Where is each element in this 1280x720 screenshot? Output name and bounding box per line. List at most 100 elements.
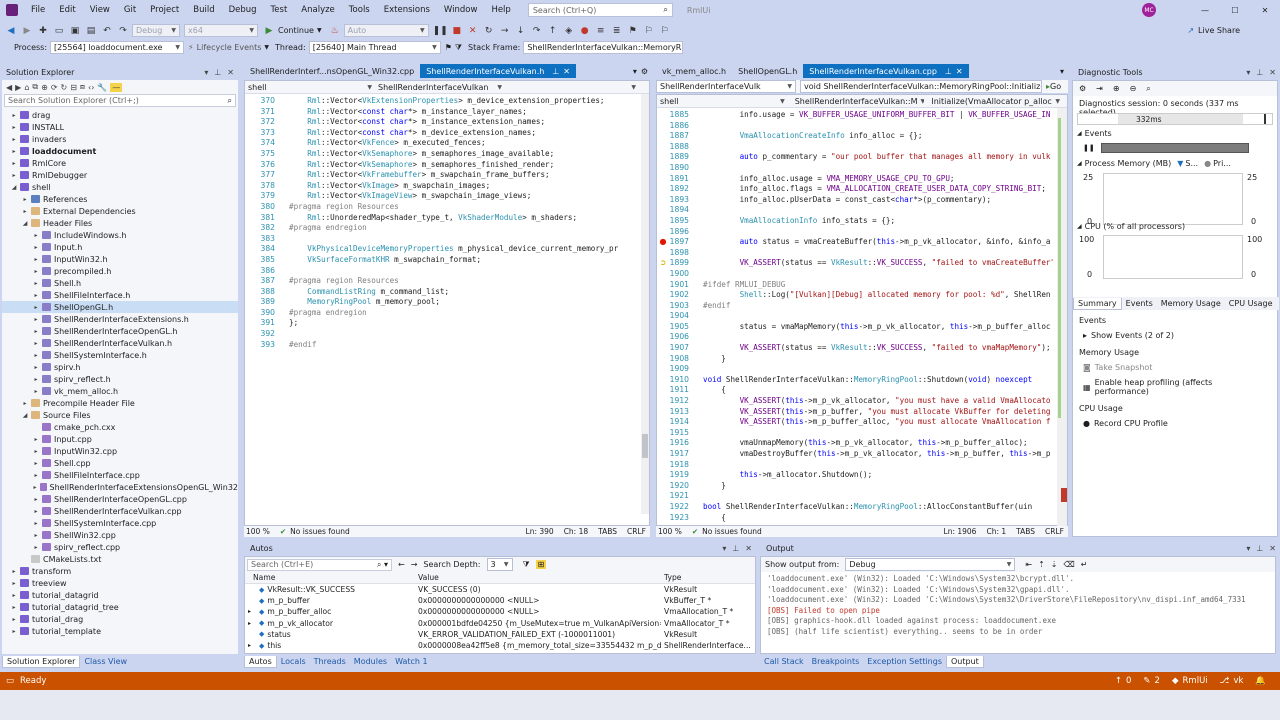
tree-item[interactable]: ▸ ShellRenderInterfaceOpenGL.h [2, 325, 238, 337]
glyph-cell[interactable] [657, 375, 669, 386]
back-icon[interactable]: ← [398, 560, 405, 569]
code-line[interactable]: Rml::Vector<VkFence> m_executed_fences; [289, 138, 624, 149]
code-line[interactable]: status = vmaMapMemory(this->m_p_vk_alloc… [703, 322, 1053, 333]
tree-item[interactable]: ▸ INSTALL [2, 121, 238, 133]
code-line[interactable] [289, 234, 624, 245]
tab-call-stack[interactable]: Call Stack [760, 656, 808, 668]
tree-item[interactable]: ▸ transform [2, 565, 238, 577]
code-line[interactable] [703, 311, 1053, 322]
code-line[interactable] [703, 269, 1053, 280]
sync-icon[interactable]: ⟳ [51, 83, 58, 92]
tree-item[interactable]: ◢ shell [2, 181, 238, 193]
glyph-cell[interactable] [657, 438, 669, 449]
expand-arrow-icon[interactable]: ▸ [21, 400, 29, 407]
show-next-statement-icon[interactable]: → [498, 24, 512, 38]
glyph-cell[interactable] [657, 502, 669, 513]
bookmark-prev-icon[interactable]: ⚐ [642, 24, 656, 38]
glyph-cell[interactable] [657, 332, 669, 343]
tree-item[interactable]: ▸ spirv.h [2, 361, 238, 373]
tree-item[interactable]: ▸ ShellSystemInterface.cpp [2, 517, 238, 529]
close-icon[interactable]: ✕ [956, 67, 963, 76]
bookmark-icon[interactable]: ⚑ [626, 24, 640, 38]
code-line[interactable] [703, 121, 1053, 132]
code-line[interactable]: #pragma endregion [289, 223, 624, 234]
code-line[interactable]: auto p_commentary = "our pool buffer tha… [703, 152, 1053, 163]
current-statement-icon[interactable]: ➲ [657, 258, 669, 269]
right-nav-project[interactable]: shell ▼ [657, 95, 788, 108]
tree-item[interactable]: ▸ Input.h [2, 241, 238, 253]
code-line[interactable] [289, 266, 624, 277]
expand-arrow-icon[interactable]: ▸ [32, 460, 40, 467]
right-code[interactable]: info.usage = VK_BUFFER_USAGE_UNIFORM_BUF… [703, 108, 1053, 523]
tree-item[interactable]: ▸ tutorial_datagrid_tree [2, 601, 238, 613]
code-line[interactable] [703, 491, 1053, 502]
expand-arrow-icon[interactable]: ▸ [32, 256, 40, 263]
close-icon[interactable]: ✕ [227, 68, 234, 77]
refresh-icon[interactable]: ↻ [61, 83, 68, 92]
clear-all-icon[interactable]: ⌫ [1063, 560, 1074, 569]
reset-zoom-icon[interactable]: ⌕ [1146, 84, 1150, 94]
tree-item[interactable]: ▸ RmlDebugger [2, 169, 238, 181]
save-all-icon[interactable]: ▤ [84, 24, 98, 38]
expand-arrow-icon[interactable]: ◢ [10, 184, 18, 191]
right-issues[interactable]: No issues found [702, 527, 762, 536]
forward-icon[interactable]: → [411, 560, 418, 569]
code-line[interactable]: auto status = vmaCreateBuffer(this->m_p_… [703, 237, 1053, 248]
left-tabs-mode[interactable]: TABS [598, 527, 617, 536]
glyph-cell[interactable] [657, 205, 669, 216]
code-line[interactable]: VK_ASSERT(status == VkResult::VK_SUCCESS… [703, 258, 1053, 269]
close-icon[interactable]: ✕ [563, 67, 570, 76]
collapse-arrow-icon[interactable]: ◢ [1077, 160, 1082, 167]
glyph-cell[interactable] [657, 491, 669, 502]
chevron-down-icon[interactable]: ▼ [317, 27, 322, 34]
status-repo[interactable]: RmlUi [1183, 676, 1208, 686]
autos-row[interactable]: ◆ m_p_buffer 0x0000000000000000 <NULL> VkBu… [245, 595, 755, 606]
status-branch[interactable]: vk [1233, 676, 1243, 686]
tab-solution-explorer[interactable]: Solution Explorer [2, 655, 81, 668]
status-pencil-count[interactable]: 2 [1155, 676, 1160, 686]
bookmark-next-icon[interactable]: ⚐ [658, 24, 672, 38]
code-line[interactable]: vmaDestroyBuffer(this->m_p_vk_allocator,… [703, 449, 1053, 460]
glyph-cell[interactable] [657, 163, 669, 174]
tree-item[interactable]: ▸ ShellWin32.cpp [2, 529, 238, 541]
code-line[interactable]: #pragma region Resources [289, 276, 624, 287]
pause-icon[interactable]: ❚❚ [433, 24, 448, 38]
menu-item-analyze[interactable]: Analyze [301, 5, 335, 15]
pin-icon[interactable]: ⊥ [214, 68, 221, 77]
code-line[interactable]: Rml::Vector<VkExtensionProperties> m_dev… [289, 96, 624, 107]
expand-arrow-icon[interactable]: ▸ [10, 580, 18, 587]
maximize-icon[interactable]: ☐ [1220, 6, 1250, 15]
left-eol[interactable]: CRLF [627, 527, 646, 536]
tab-vk-mem-alloc[interactable]: vk_mem_alloc.h [656, 64, 732, 78]
heap-profiling-button[interactable]: ▦ Enable heap profiling (affects performa… [1073, 375, 1279, 399]
output-source-select[interactable]: Debug ▼ [845, 558, 1016, 571]
diag-timeline[interactable]: 332ms [1077, 113, 1273, 125]
expand-arrow-icon[interactable]: ▸ [32, 388, 40, 395]
pin-icon[interactable]: ⊥ [552, 67, 559, 76]
expand-arrow-icon[interactable]: ▸ [10, 592, 18, 599]
lifecycle-events-button[interactable]: Lifecycle Events [197, 43, 262, 52]
expand-arrow-icon[interactable]: ▸ [32, 520, 40, 527]
tree-item[interactable]: ▸ ShellRenderInterfaceExtensions.h [2, 313, 238, 325]
right-eol[interactable]: CRLF [1045, 527, 1064, 536]
menu-item-edit[interactable]: Edit [59, 5, 75, 15]
flag-icon[interactable]: ⚑ [445, 43, 452, 52]
collapse-all-icon[interactable]: ⊟ [70, 83, 77, 92]
expand-arrow-icon[interactable]: ▸ [10, 112, 18, 119]
expand-arrow-icon[interactable]: ▸ [32, 484, 38, 491]
expand-arrow-icon[interactable]: ◢ [21, 220, 29, 227]
glyph-cell[interactable] [657, 364, 669, 375]
tree-item[interactable]: ▸ Precompile Header File [2, 397, 238, 409]
prev-message-icon[interactable]: ⇡ [1038, 560, 1045, 569]
menu-item-file[interactable]: File [31, 5, 45, 15]
pin-icon[interactable]: ⊥ [732, 544, 739, 553]
pin-icon[interactable]: ⊥ [1256, 68, 1263, 77]
expand-arrow-icon[interactable]: ▸ [32, 436, 40, 443]
expand-arrow-icon[interactable]: ▸ [32, 316, 40, 323]
process-select[interactable]: [25564] loaddocument.exe ▼ [50, 41, 185, 54]
expand-arrow-icon[interactable]: ◢ [21, 412, 29, 419]
tree-item[interactable]: ▸ spirv_reflect.h [2, 373, 238, 385]
settings-icon[interactable]: ⚙ [641, 67, 648, 76]
right-scrollbar[interactable] [1057, 108, 1067, 526]
tab-vulkan-header[interactable]: ShellRenderInterfaceVulkan.h ⊥ ✕ [420, 64, 576, 78]
